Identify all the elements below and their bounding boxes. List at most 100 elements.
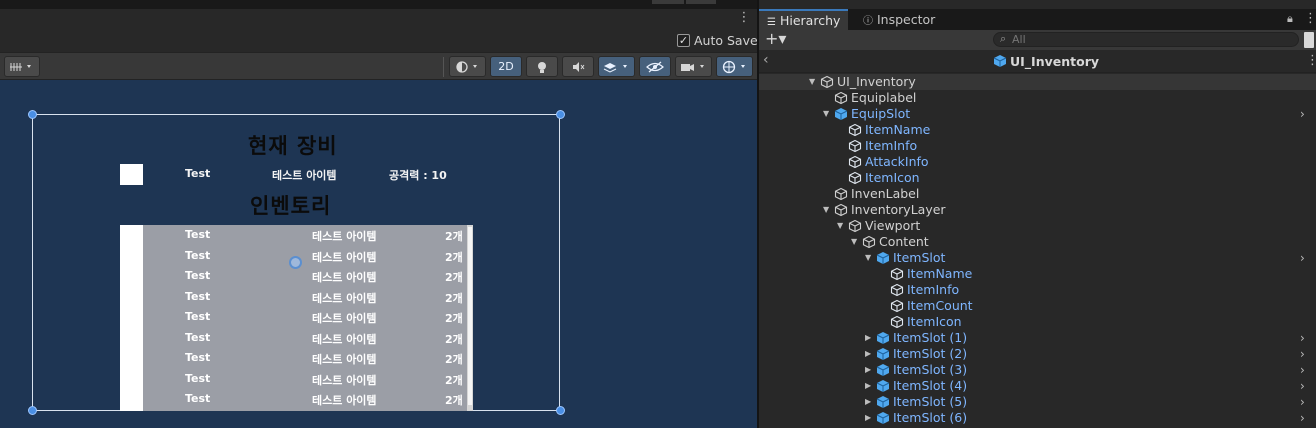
hierarchy-row[interactable]: ItemCount (759, 298, 1316, 314)
item-count: 2개 (445, 291, 463, 305)
expand-arrow-down-icon[interactable]: ▼ (851, 235, 861, 249)
inventory-row: Test 테스트 아이템 2개 (143, 246, 467, 267)
inventory-row: Test 테스트 아이템 2개 (143, 225, 467, 246)
hierarchy-row-label: AttackInfo (865, 154, 929, 169)
gameobject-cube-icon (848, 219, 862, 233)
scrollbar-thumb[interactable] (468, 227, 472, 405)
inventory-row: Test 테스트 아이템 2개 (143, 369, 467, 390)
prefab-open-chevron-icon[interactable]: › (1300, 346, 1305, 362)
hierarchy-row[interactable]: ItemInfo (759, 138, 1316, 154)
expand-arrow-down-icon[interactable]: ▼ (809, 75, 819, 89)
prefab-open-chevron-icon[interactable]: › (1300, 362, 1305, 378)
hierarchy-row[interactable]: InvenLabel (759, 186, 1316, 202)
hierarchy-row[interactable]: ▶ ItemSlot (5) › (759, 394, 1316, 410)
hierarchy-row[interactable]: AttackInfo (759, 154, 1316, 170)
grid-snap-icon[interactable] (4, 56, 40, 77)
rect-handle-top-right[interactable] (556, 110, 565, 119)
expand-arrow-down-icon[interactable]: ▼ (823, 203, 833, 217)
lighting-icon[interactable] (526, 56, 558, 77)
add-object-button[interactable]: +▾ (765, 30, 786, 48)
rect-handle-bottom-left[interactable] (28, 406, 37, 415)
hierarchy-row[interactable]: ▼ Content (759, 234, 1316, 250)
lock-icon[interactable]: 🔒︎ (1287, 12, 1293, 26)
hierarchy-row[interactable]: ItemIcon (759, 314, 1316, 330)
hierarchy-row[interactable]: ItemInfo (759, 282, 1316, 298)
item-name: Test (185, 330, 211, 344)
shading-mode-icon[interactable] (449, 56, 486, 77)
hierarchy-row[interactable]: ▼ EquipSlot › (759, 106, 1316, 122)
hierarchy-row-label: ItemIcon (865, 170, 920, 185)
hierarchy-row[interactable]: ItemName (759, 122, 1316, 138)
rect-handle-top-left[interactable] (28, 110, 37, 119)
mode-2d-button[interactable]: 2D (490, 56, 522, 77)
inventory-scrollbar[interactable] (467, 225, 473, 411)
expand-arrow-down-icon[interactable]: ▼ (865, 251, 875, 265)
hierarchy-row[interactable]: ▶ ItemSlot (4) › (759, 378, 1316, 394)
expand-arrow-down-icon[interactable]: ▼ (823, 107, 833, 121)
prefab-cube-icon (848, 155, 862, 169)
hierarchy-search-input[interactable] (1012, 33, 1292, 46)
hierarchy-toolbar: +▾ ⌕ (759, 30, 1316, 50)
hierarchy-row[interactable]: ItemName (759, 266, 1316, 282)
toolbar-separator (443, 57, 444, 77)
scene-tab-stub[interactable] (686, 0, 716, 4)
inventory-row: Test 테스트 아이템 2개 (143, 287, 467, 308)
hierarchy-row[interactable]: ▼ UI_Inventory (759, 74, 1316, 90)
prefab-cube-icon (890, 315, 904, 329)
hierarchy-row-label: UI_Inventory (837, 74, 916, 89)
more-vertical-icon[interactable]: ⋮ (737, 10, 751, 26)
hierarchy-row-label: ItemIcon (907, 314, 962, 329)
hierarchy-row[interactable]: ▼ Viewport (759, 218, 1316, 234)
gizmos-globe-icon[interactable] (716, 56, 753, 77)
expand-arrow-right-icon[interactable]: ▶ (865, 395, 875, 409)
more-vertical-icon[interactable]: ⋮ (1304, 11, 1316, 26)
effects-layers-icon[interactable] (598, 56, 635, 77)
scene-tab-stub[interactable] (652, 0, 684, 4)
pivot-icon[interactable] (289, 256, 302, 269)
item-count: 2개 (445, 373, 463, 387)
item-info: 테스트 아이템 (312, 394, 377, 407)
tab-inspector[interactable]: ⓘ Inspector (855, 9, 943, 30)
autosave-checkbox[interactable]: ✓ (677, 34, 690, 47)
tab-hierarchy[interactable]: ☰ Hierarchy (759, 9, 849, 30)
expand-arrow-right-icon[interactable]: ▶ (865, 363, 875, 377)
scene-visibility-icon[interactable] (639, 56, 671, 77)
camera-icon[interactable] (675, 56, 712, 77)
hierarchy-row[interactable]: Equiplabel (759, 90, 1316, 106)
item-count: 2개 (445, 332, 463, 346)
scene-view-panel: ⋮ ✓ Auto Save 2D 현재 장비 Test 테스트 아이템 공격력 … (0, 0, 758, 428)
expand-arrow-down-icon[interactable]: ▼ (837, 219, 847, 233)
inventory-scroll-view[interactable]: Test 테스트 아이템 2개 Test 테스트 아이템 2개 Test 테스트 아이템 2개 T… (120, 225, 473, 411)
item-name: Test (185, 351, 211, 364)
prefab-open-chevron-icon[interactable]: › (1300, 394, 1305, 410)
prefab-cube-icon (993, 55, 1007, 67)
hierarchy-row[interactable]: ▶ ItemSlot (1) › (759, 330, 1316, 346)
item-info: 테스트 아이템 (312, 312, 377, 325)
back-arrow-icon[interactable]: ‹ (763, 52, 769, 68)
prefab-open-chevron-icon[interactable]: › (1300, 250, 1305, 266)
prefab-title: UI_Inventory (1010, 54, 1100, 69)
hierarchy-row[interactable]: ▼ ItemSlot › (759, 250, 1316, 266)
prefab-open-chevron-icon[interactable]: › (1300, 410, 1305, 426)
hierarchy-search-field[interactable]: ⌕ (993, 32, 1299, 47)
expand-arrow-right-icon[interactable]: ▶ (865, 331, 875, 345)
hierarchy-row[interactable]: ItemIcon (759, 170, 1316, 186)
hierarchy-row[interactable]: ▶ ItemSlot (2) › (759, 346, 1316, 362)
hierarchy-row[interactable]: ▶ ItemSlot (3) › (759, 362, 1316, 378)
expand-arrow-right-icon[interactable]: ▶ (865, 379, 875, 393)
audio-mute-icon[interactable] (562, 56, 594, 77)
prefab-open-chevron-icon[interactable]: › (1300, 106, 1305, 122)
prefab-open-chevron-icon[interactable]: › (1300, 378, 1305, 394)
search-clear-button[interactable] (1304, 32, 1314, 48)
prefab-cube-icon (848, 123, 862, 137)
hierarchy-row[interactable]: ▼ InventoryLayer (759, 202, 1316, 218)
hierarchy-row-label: Viewport (865, 218, 921, 233)
expand-arrow-right-icon[interactable]: ▶ (865, 411, 875, 425)
expand-arrow-right-icon[interactable]: ▶ (865, 347, 875, 361)
scene-viewport[interactable]: 현재 장비 Test 테스트 아이템 공격력 : 10 인벤토리 Test 테스트… (0, 80, 757, 428)
more-vertical-icon[interactable]: ⋮ (1306, 53, 1316, 68)
rect-handle-bottom-right[interactable] (556, 406, 565, 415)
prefab-open-chevron-icon[interactable]: › (1300, 330, 1305, 346)
hierarchy-row[interactable]: ▶ ItemSlot (6) › (759, 410, 1316, 426)
item-count: 2개 (445, 394, 463, 407)
